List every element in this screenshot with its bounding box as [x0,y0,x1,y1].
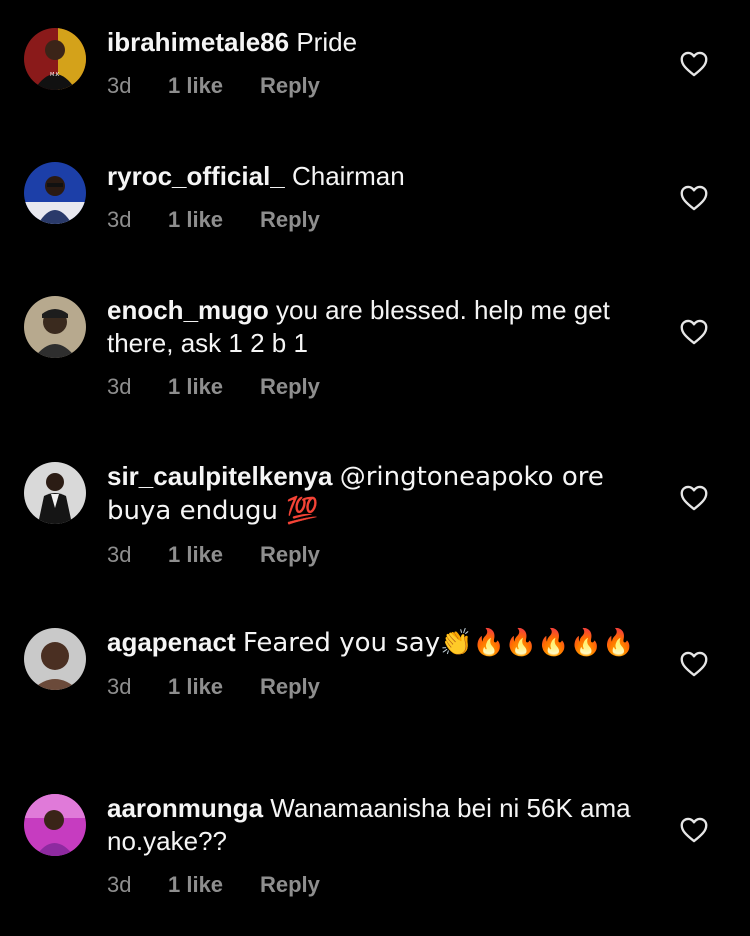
comment-meta: 3d 1 like Reply [107,73,652,99]
reply-button[interactable]: Reply [260,542,320,568]
reply-button[interactable]: Reply [260,674,320,700]
comment-time: 3d [107,207,132,232]
comment-username[interactable]: sir_caulpitelkenya [107,461,332,491]
comment-likes[interactable]: 1 like [168,207,260,233]
comment-likes[interactable]: 1 like [168,73,260,99]
comment-meta: 3d 1 like Reply [107,542,652,568]
avatar[interactable] [24,462,86,524]
comment-meta: 3d 1 like Reply [107,207,652,233]
comment-time: 3d [107,374,132,399]
comment-time: 3d [107,542,132,567]
avatar[interactable] [24,162,86,224]
heart-outline-icon[interactable] [680,185,708,211]
avatar[interactable]: M.K [24,28,86,90]
comment-likes[interactable]: 1 like [168,872,260,898]
comment-time: 3d [107,73,132,98]
comment-body: Chairman [291,161,405,191]
reply-button[interactable]: Reply [260,374,320,400]
heart-outline-icon[interactable] [680,485,708,511]
heart-outline-icon[interactable] [680,817,708,843]
comment-username[interactable]: ibrahimetale86 [107,27,289,57]
comment-time: 3d [107,872,132,897]
comments-list: M.K ibrahimetale86 Pride 3d 1 like Reply [0,0,750,936]
comment-text: ibrahimetale86 Pride [107,26,652,59]
heart-outline-icon[interactable] [680,651,708,677]
comment-body: Feared you say👏🔥🔥🔥🔥🔥 [242,628,635,658]
comment-body: Pride [296,27,358,57]
comment-text: ryroc_official_ Chairman [107,160,652,193]
heart-outline-icon[interactable] [680,51,708,77]
comment-time: 3d [107,674,132,699]
heart-outline-icon[interactable] [680,319,708,345]
reply-button[interactable]: Reply [260,872,320,898]
comment-username[interactable]: aaronmunga [107,793,263,823]
comment-username[interactable]: enoch_mugo [107,295,269,325]
reply-button[interactable]: Reply [260,73,320,99]
comment-likes[interactable]: 1 like [168,542,260,568]
reply-button[interactable]: Reply [260,207,320,233]
avatar[interactable] [24,794,86,856]
svg-text:M.K: M.K [50,72,60,78]
comment-username[interactable]: ryroc_official_ [107,161,285,191]
avatar[interactable] [24,628,86,690]
comment-meta: 3d 1 like Reply [107,374,652,400]
comment-text: agapenact Feared you say👏🔥🔥🔥🔥🔥 [107,626,652,660]
comment-meta: 3d 1 like Reply [107,674,652,700]
comment-meta: 3d 1 like Reply [107,872,652,898]
comment-username[interactable]: agapenact [107,627,236,657]
comment-text: enoch_mugo you are blessed. help me get … [107,294,652,360]
comment-text: sir_caulpitelkenya @ringtoneapoko ore bu… [107,460,652,528]
avatar[interactable] [24,296,86,358]
comment-text: aaronmunga Wanamaanisha bei ni 56K ama n… [107,792,652,858]
comment-likes[interactable]: 1 like [168,374,260,400]
comment-likes[interactable]: 1 like [168,674,260,700]
